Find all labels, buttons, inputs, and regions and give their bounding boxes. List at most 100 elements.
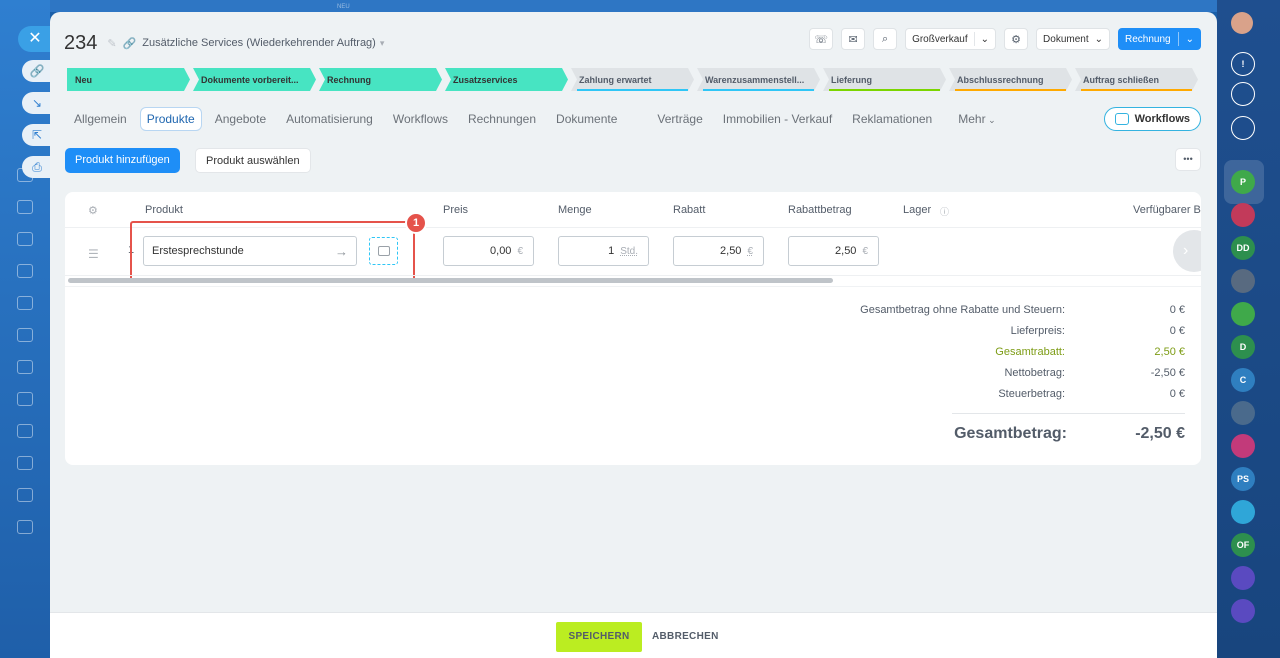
stage-item[interactable]: Warenzusammenstell...: [697, 68, 820, 91]
rail-chat-avatar[interactable]: [1231, 434, 1255, 458]
price-type-select[interactable]: Großverkauf ⌄: [905, 28, 997, 50]
gear-icon[interactable]: ⚙: [88, 204, 98, 217]
totals-row: Nettobetrag: -2,50 €: [835, 367, 1185, 381]
quantity-input[interactable]: 1 Std.: [558, 236, 649, 266]
tab-mehr[interactable]: Mehr ⌄: [951, 107, 1002, 131]
more-icon[interactable]: •••: [1175, 148, 1201, 171]
totals-label: Gesamtbetrag ohne Rabatte und Steuern:: [860, 304, 1065, 316]
discount-value: 2,50: [720, 245, 742, 257]
totals-row: Lieferpreis: 0 €: [835, 325, 1185, 339]
rail-chat-avatar[interactable]: OF: [1231, 533, 1255, 557]
background-top-text: NEU: [337, 4, 350, 10]
horizontal-scrollbar[interactable]: [68, 278, 833, 283]
document-button[interactable]: Dokument ⌄: [1036, 28, 1111, 50]
invoice-button[interactable]: Rechnung ⌄: [1118, 28, 1201, 50]
stage-item[interactable]: Neu: [67, 68, 190, 91]
rail-chat-avatar[interactable]: C: [1231, 368, 1255, 392]
totals-value: 0 €: [1169, 388, 1185, 400]
rail-chat-avatar[interactable]: [1231, 269, 1255, 293]
arrow-down-right-icon[interactable]: ↘: [22, 92, 52, 114]
rail-chat-avatar[interactable]: [1231, 566, 1255, 590]
totals-label: Lieferpreis:: [1010, 325, 1065, 337]
drag-handle-icon[interactable]: ☰: [88, 247, 100, 261]
tab-allgemein[interactable]: Allgemein: [67, 107, 134, 131]
rail-chat-avatar[interactable]: P: [1231, 170, 1255, 194]
link-icon[interactable]: 🔗: [22, 60, 52, 82]
phone-icon[interactable]: ☏: [809, 28, 834, 50]
stage-item[interactable]: Rechnung: [319, 68, 442, 91]
search-chat-icon[interactable]: ⌕: [873, 28, 898, 50]
rail-chat-avatar[interactable]: [1231, 302, 1255, 326]
header-discount: Rabatt: [673, 204, 706, 216]
workflows-label: Workflows: [1134, 113, 1190, 125]
callout-highlight-box: [130, 221, 415, 283]
rail-chat-avatar[interactable]: [1231, 599, 1255, 623]
chevron-down-icon: ⌄: [985, 115, 996, 125]
rail-chat-avatar[interactable]: [1231, 500, 1255, 524]
edit-icon[interactable]: ✎: [107, 37, 116, 50]
stage-item[interactable]: Zahlung erwartet: [571, 68, 694, 91]
bell-icon[interactable]: !: [1231, 52, 1255, 76]
calendar-icon: [17, 488, 33, 502]
discount-amount-input[interactable]: 2,50 €: [788, 236, 879, 266]
stage-label: Warenzusammenstell...: [705, 74, 805, 85]
tab-verträge[interactable]: Verträge: [650, 107, 709, 131]
link-icon[interactable]: 🔗: [123, 37, 137, 50]
gear-icon[interactable]: ⚙: [1004, 28, 1029, 50]
close-icon[interactable]: ✕: [18, 26, 52, 52]
quantity-unit[interactable]: Std.: [620, 246, 638, 257]
tab-angebote[interactable]: Angebote: [208, 107, 273, 131]
chevron-down-icon[interactable]: ▾: [380, 38, 385, 49]
chevron-down-icon[interactable]: ⌄: [1179, 34, 1201, 45]
select-product-button[interactable]: Produkt auswählen: [195, 148, 311, 173]
mail-icon[interactable]: ✉: [841, 28, 866, 50]
save-button[interactable]: SPEICHERN: [556, 622, 642, 652]
stage-item[interactable]: Auftrag schließen: [1075, 68, 1198, 91]
info-icon[interactable]: ⓘ: [940, 205, 949, 218]
cancel-button[interactable]: ABBRECHEN: [652, 622, 719, 652]
tab-label: Produkte: [146, 112, 195, 126]
tab-label: Dokumente: [556, 112, 618, 126]
stage-label: Auftrag schließen: [1083, 74, 1160, 85]
quantity-value: 1: [608, 245, 615, 257]
tab-dokumente[interactable]: Dokumente: [549, 107, 624, 131]
rail-chat-avatar[interactable]: D: [1231, 335, 1255, 359]
totals-value: 0 €: [1169, 325, 1185, 337]
rail-chat-avatar[interactable]: DD: [1231, 236, 1255, 260]
tab-produkte[interactable]: Produkte: [139, 107, 202, 131]
page-title: 234: [64, 31, 98, 54]
totals-label: Steuerbetrag:: [998, 388, 1065, 400]
stage-item[interactable]: Lieferung: [823, 68, 946, 91]
stage-item[interactable]: Dokumente vorbereit...: [193, 68, 316, 91]
pulse-icon[interactable]: [1231, 82, 1255, 106]
user-avatar[interactable]: [1231, 12, 1253, 34]
price-input[interactable]: 0,00 €: [443, 236, 534, 266]
tab-workflows[interactable]: Workflows: [386, 107, 455, 131]
open-new-window-icon[interactable]: ⇱: [22, 124, 52, 146]
stage-item[interactable]: Abschlussrechnung: [949, 68, 1072, 91]
pipeline-selector[interactable]: Zusätzliche Services (Wiederkehrender Au…: [142, 37, 376, 49]
stage-label: Abschlussrechnung: [957, 74, 1044, 85]
stage-bar: Neu Dokumente vorbereit... Rechnung Zusatzs…: [67, 68, 1201, 91]
tab-rechnungen[interactable]: Rechnungen: [461, 107, 543, 131]
tab-automatisierung[interactable]: Automatisierung: [279, 107, 380, 131]
chevron-right-icon[interactable]: ›: [1173, 230, 1201, 272]
rail-chat-avatar[interactable]: PS: [1231, 467, 1255, 491]
rail-chat-avatar[interactable]: [1231, 203, 1255, 227]
board-icon: [17, 296, 33, 310]
rail-chat-avatar[interactable]: [1231, 401, 1255, 425]
discount-currency[interactable]: €: [747, 246, 753, 257]
add-product-button[interactable]: Produkt hinzufügen: [65, 148, 180, 173]
header-discount-amount: Rabattbetrag: [788, 204, 852, 216]
workflows-button[interactable]: Workflows: [1103, 107, 1201, 131]
search-chat-icon[interactable]: [1231, 116, 1255, 140]
tab-immobilien-verkauf[interactable]: Immobilien - Verkauf: [716, 107, 839, 131]
tab-reklamationen[interactable]: Reklamationen: [845, 107, 939, 131]
mail-icon: [17, 360, 33, 374]
tab-label: Automatisierung: [286, 112, 373, 126]
print-icon[interactable]: ⎙: [22, 156, 52, 178]
stage-item[interactable]: Zusatzservices: [445, 68, 568, 91]
calendar-icon: [17, 232, 33, 246]
discount-input[interactable]: 2,50 €: [673, 236, 764, 266]
stage-label: Rechnung: [327, 74, 371, 85]
